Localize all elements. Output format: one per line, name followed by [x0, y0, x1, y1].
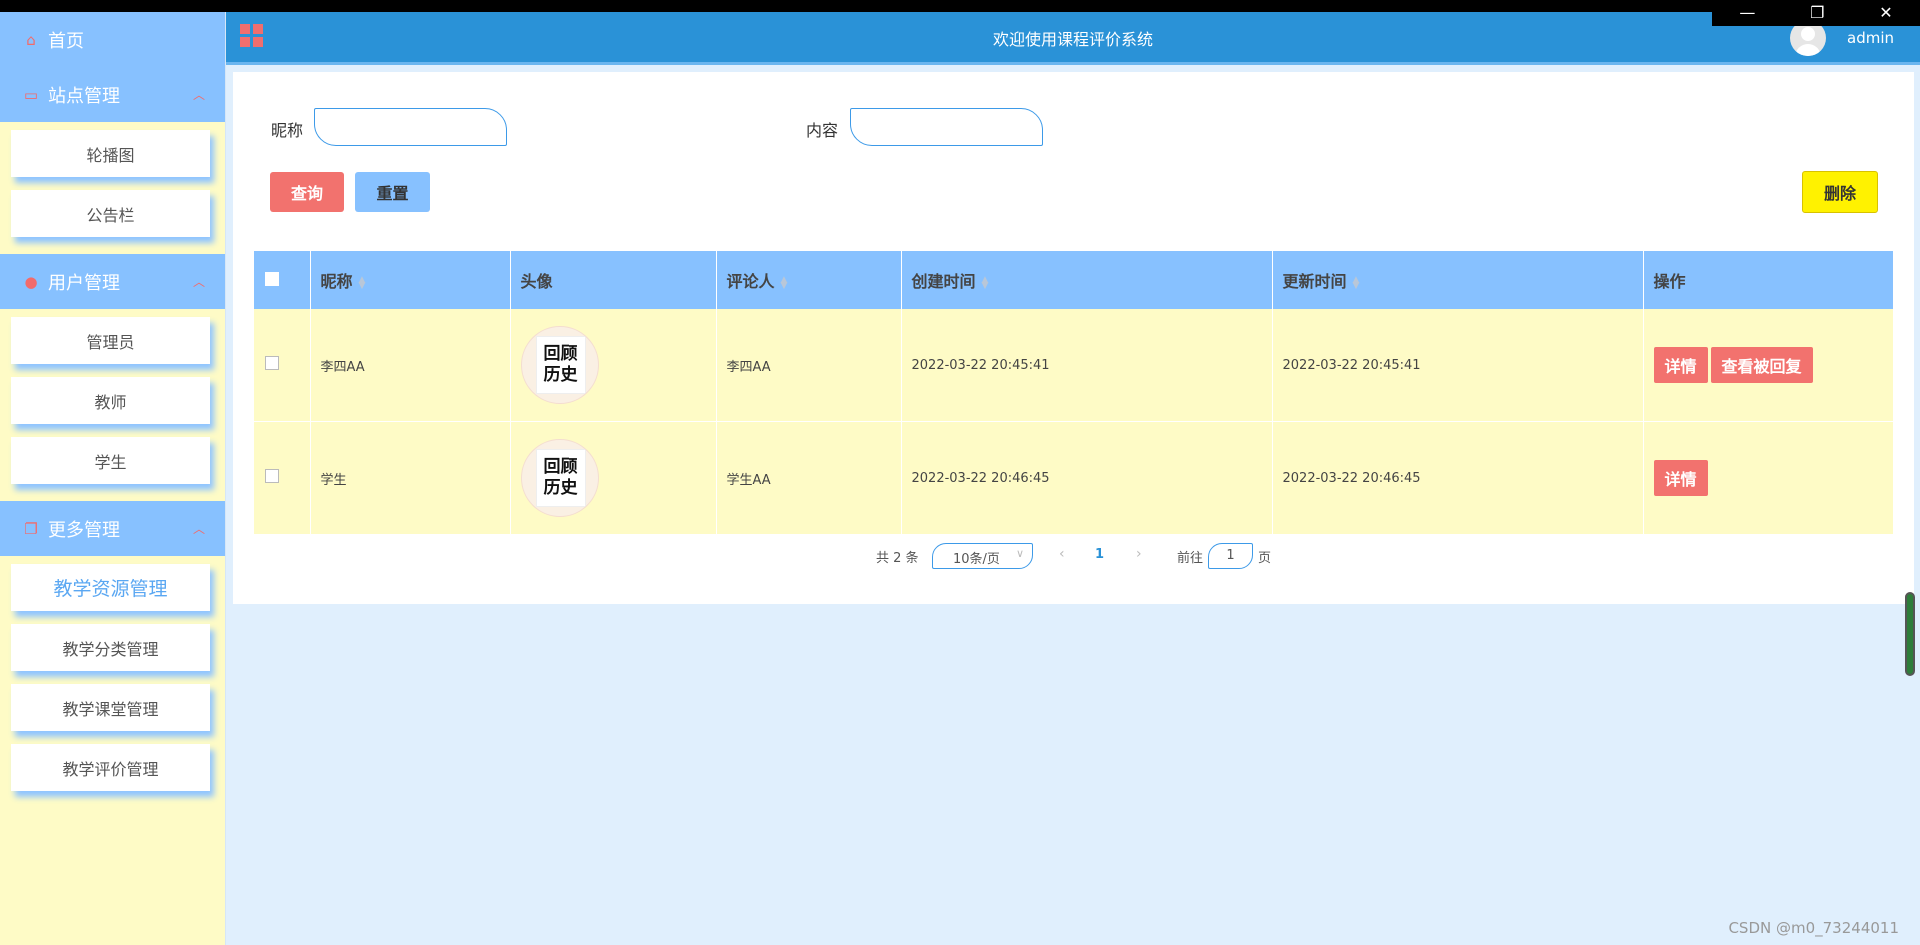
sidebar-group-label: 用户管理: [48, 272, 120, 294]
content-label: 内容: [806, 121, 839, 140]
content-input[interactable]: [850, 108, 1043, 146]
window-top-strip: [0, 0, 1920, 12]
column-header[interactable]: 昵称 ▲ ▼: [310, 251, 511, 309]
sidebar-item-notice[interactable]: 公告栏: [11, 190, 210, 237]
sidebar-item-admin[interactable]: 管理员: [11, 317, 210, 364]
page-suffix: 页: [1258, 551, 1272, 566]
top-header: 欢迎使用课程评价系统 admin: [226, 12, 1920, 65]
detail-button[interactable]: 详情: [1653, 460, 1708, 496]
sort-icon[interactable]: ▲ ▼: [982, 275, 989, 290]
sidebar-item-carousel[interactable]: 轮播图: [11, 130, 210, 177]
view-replies-button[interactable]: 查看被回复: [1710, 347, 1813, 383]
nickname-input[interactable]: [314, 108, 507, 146]
sidebar-group-label: 站点管理: [48, 85, 120, 107]
minimize-icon[interactable]: —: [1739, 5, 1755, 21]
window-controls: — ❐ ✕: [1712, 0, 1920, 26]
cell-created: 2022-03-22 20:45:41: [901, 309, 1273, 422]
next-page-icon[interactable]: ›: [1136, 546, 1142, 562]
content-panel: 昵称 内容 查询 重置 删除 昵称 ▲ ▼ 头像 评论人 ▲ ▼ 创建时间 ▲ ▼ 更新时间…: [233, 72, 1914, 604]
sidebar-group-site[interactable]: ▭ 站点管理 ︿: [0, 67, 225, 122]
scrollbar[interactable]: [1905, 592, 1915, 676]
sidebar-item-categories[interactable]: 教学分类管理: [11, 624, 210, 671]
goto-page-input[interactable]: 1: [1208, 543, 1253, 569]
column-header: 头像: [510, 251, 717, 309]
avatar-thumbnail[interactable]: 回顾 历史: [520, 439, 599, 517]
cell-updated: 2022-03-22 20:46:45: [1272, 421, 1644, 535]
sidebar-home-label: 首页: [48, 30, 84, 52]
sidebar-item-evaluations[interactable]: 教学评价管理: [11, 744, 210, 791]
pagination-total: 共 2 条: [876, 551, 919, 566]
monitor-icon: ▭: [23, 85, 39, 104]
detail-button[interactable]: 详情: [1653, 347, 1708, 383]
prev-page-icon[interactable]: ‹: [1059, 546, 1065, 562]
column-header[interactable]: 更新时间 ▲ ▼: [1272, 251, 1644, 309]
home-icon: ⌂: [26, 30, 36, 49]
cell-nickname: 学生: [310, 421, 511, 535]
select-all-checkbox[interactable]: [265, 271, 279, 286]
cell-avatar: 回顾 历史: [510, 309, 717, 422]
goto-label: 前往: [1177, 551, 1204, 566]
chevron-down-icon: ∨: [1015, 547, 1024, 560]
cell-avatar: 回顾 历史: [510, 421, 717, 535]
delete-button[interactable]: 删除: [1802, 171, 1878, 213]
nickname-label: 昵称: [271, 121, 304, 140]
chevron-up-icon: ︿: [192, 275, 205, 289]
user-icon: ●: [24, 272, 38, 291]
pagination: 共 2 条 10条/页 ∨ ‹ 1 › 前往 1 页: [233, 543, 1914, 569]
row-checkbox[interactable]: [265, 469, 279, 483]
copy-icon: ❐: [24, 519, 38, 538]
table-row: 李四AA 回顾 历史 李四AA 2022-03-22 20:45:41 2022-…: [254, 309, 1894, 422]
close-icon[interactable]: ✕: [1879, 5, 1892, 21]
watermark: CSDN @m0_73244011: [1728, 919, 1899, 937]
column-header[interactable]: 评论人 ▲ ▼: [716, 251, 902, 309]
sidebar-submenu-users: 管理员 教师 学生: [0, 309, 225, 501]
cell-updated: 2022-03-22 20:45:41: [1272, 309, 1644, 422]
sidebar-group-label: 更多管理: [48, 519, 120, 541]
page-size-select[interactable]: 10条/页 ∨: [932, 543, 1033, 569]
sidebar-item-home[interactable]: ⌂ 首页: [0, 12, 225, 67]
sidebar-item-classrooms[interactable]: 教学课堂管理: [11, 684, 210, 731]
sort-icon[interactable]: ▲ ▼: [359, 275, 366, 290]
row-checkbox[interactable]: [265, 356, 279, 370]
cell-created: 2022-03-22 20:46:45: [901, 421, 1273, 535]
page-title: 欢迎使用课程评价系统: [992, 30, 1153, 49]
select-all-cell: [254, 251, 311, 309]
column-header[interactable]: 创建时间 ▲ ▼: [901, 251, 1273, 309]
sidebar-item-teacher[interactable]: 教师: [11, 377, 210, 424]
sort-icon[interactable]: ▲ ▼: [781, 275, 788, 290]
avatar-thumbnail[interactable]: 回顾 历史: [520, 326, 599, 404]
current-page[interactable]: 1: [1095, 547, 1104, 562]
username[interactable]: admin: [1847, 29, 1894, 47]
sidebar-item-student[interactable]: 学生: [11, 437, 210, 484]
chevron-up-icon: ︿: [192, 88, 205, 102]
cell-commenter: 李四AA: [716, 309, 902, 422]
column-header: 操作: [1643, 251, 1894, 309]
cell-nickname: 李四AA: [310, 309, 511, 422]
cell-actions: 详情: [1643, 421, 1894, 535]
sidebar-group-more[interactable]: ❐ 更多管理 ︿: [0, 501, 225, 556]
restore-icon[interactable]: ❐: [1810, 5, 1824, 21]
sidebar-group-users[interactable]: ● 用户管理 ︿: [0, 254, 225, 309]
table-header-row: 昵称 ▲ ▼ 头像 评论人 ▲ ▼ 创建时间 ▲ ▼ 更新时间 ▲ ▼ 操作: [254, 251, 1894, 309]
table-row: 学生 回顾 历史 学生AA 2022-03-22 20:46:45 2022-03…: [254, 421, 1894, 535]
sidebar-submenu-more: 教学资源管理 教学分类管理 教学课堂管理 教学评价管理: [0, 556, 225, 808]
data-table: 昵称 ▲ ▼ 头像 评论人 ▲ ▼ 创建时间 ▲ ▼ 更新时间 ▲ ▼ 操作 李四AA 回顾 历史…: [254, 251, 1894, 535]
sidebar-submenu-site: 轮播图 公告栏: [0, 122, 225, 254]
sort-icon[interactable]: ▲ ▼: [1353, 275, 1360, 290]
cell-commenter: 学生AA: [716, 421, 902, 535]
cell-actions: 详情 查看被回复: [1643, 309, 1894, 422]
query-button[interactable]: 查询: [270, 172, 344, 212]
sidebar-item-resources[interactable]: 教学资源管理: [11, 564, 210, 611]
sidebar: ⌂ 首页 ▭ 站点管理 ︿ 轮播图 公告栏 ● 用户管理 ︿ 管理员 教师 学生…: [0, 12, 226, 945]
chevron-up-icon: ︿: [192, 522, 205, 536]
reset-button[interactable]: 重置: [355, 172, 430, 212]
